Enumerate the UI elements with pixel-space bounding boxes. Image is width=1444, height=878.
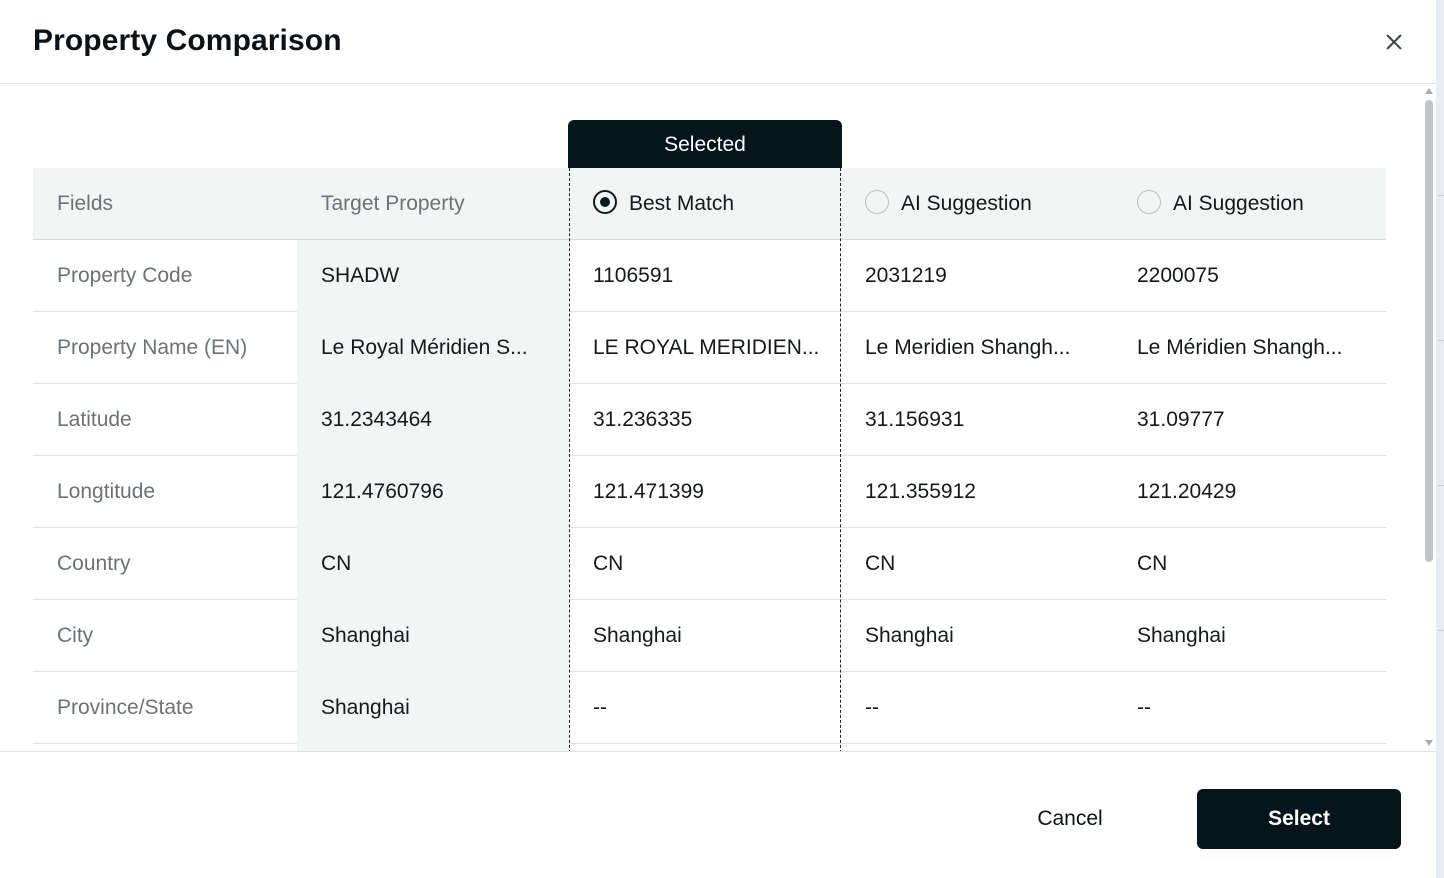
ai-suggestion-1-value: 121.355912	[865, 480, 976, 503]
close-icon[interactable]	[1378, 26, 1410, 58]
target-value: CN	[297, 528, 569, 600]
target-value: Shanghai	[297, 672, 569, 744]
best-match-value: 121.471399	[593, 480, 704, 503]
field-label: Latitude	[57, 408, 132, 431]
header-ai-suggestion-1[interactable]: AI Suggestion	[841, 168, 1113, 240]
header-fields: Fields	[57, 192, 114, 215]
target-value: 31.2343464	[297, 384, 569, 456]
property-comparison-dialog: Property Comparison Selected Fields Targ…	[0, 0, 1436, 878]
ai-suggestion-2-value: --	[1137, 696, 1151, 719]
field-label: Longtitude	[57, 480, 156, 503]
table-row: Province/State Shanghai -- -- --	[33, 672, 1386, 744]
header-best-match[interactable]: Best Match	[569, 168, 841, 240]
table-row: Latitude 31.2343464 31.236335 31.156931 …	[33, 384, 1386, 456]
table-row: Property Name (EN) Le Royal Méridien S..…	[33, 312, 1386, 384]
backdrop-divider	[1438, 630, 1444, 631]
selected-column-tab: Selected	[568, 120, 842, 169]
best-match-radio[interactable]	[593, 190, 617, 215]
field-label: Property Name (EN)	[57, 336, 248, 359]
ai-suggestion-2-radio[interactable]	[1137, 190, 1161, 215]
best-match-value: Shanghai	[593, 624, 682, 647]
table-row	[33, 744, 1386, 751]
ai-suggestion-1-value: Le Meridien Shangh...	[865, 336, 1071, 359]
ai-suggestion-1-value: --	[865, 696, 879, 719]
ai-suggestion-1-label: AI Suggestion	[901, 192, 1032, 215]
field-label: Province/State	[57, 696, 194, 719]
backdrop-divider	[1438, 195, 1444, 196]
target-value: Le Royal Méridien S...	[297, 312, 569, 384]
ai-suggestion-2-value: Shanghai	[1137, 624, 1226, 647]
best-match-value: LE ROYAL MERIDIEN...	[593, 336, 820, 359]
table-header-row: Fields Target Property Best Match AI Sug…	[33, 168, 1386, 240]
ai-suggestion-2-value	[1113, 744, 1386, 751]
ai-suggestion-1-value: CN	[865, 552, 896, 575]
ai-suggestion-2-value: 2200075	[1137, 264, 1219, 287]
ai-suggestion-1-radio[interactable]	[865, 190, 889, 215]
best-match-label: Best Match	[629, 192, 735, 215]
ai-suggestion-1-value: 2031219	[865, 264, 947, 287]
dialog-title: Property Comparison	[33, 24, 342, 57]
target-value	[297, 744, 569, 751]
field-label: Property Code	[57, 264, 193, 287]
best-match-value: --	[593, 696, 607, 719]
ai-suggestion-2-value: 121.20429	[1137, 480, 1237, 503]
scrollbar-thumb[interactable]	[1425, 100, 1433, 562]
field-label: Country	[57, 552, 131, 575]
field-label: City	[57, 624, 94, 647]
backdrop-divider	[1438, 485, 1444, 486]
target-value: 121.4760796	[297, 456, 569, 528]
table-row: Longtitude 121.4760796 121.471399 121.35…	[33, 456, 1386, 528]
best-match-value: 1106591	[593, 264, 674, 287]
target-value: Shanghai	[297, 600, 569, 672]
vertical-scrollbar[interactable]	[1422, 88, 1436, 750]
table-row: Country CN CN CN CN	[33, 528, 1386, 600]
backdrop-divider	[1438, 340, 1444, 341]
comparison-table: Fields Target Property Best Match AI Sug…	[33, 168, 1386, 751]
table-row: City Shanghai Shanghai Shanghai Shanghai	[33, 600, 1386, 672]
ai-suggestion-2-label: AI Suggestion	[1173, 192, 1304, 215]
ai-suggestion-2-value: Le Méridien Shangh...	[1137, 336, 1343, 359]
best-match-value: CN	[593, 552, 624, 575]
best-match-value: 31.236335	[593, 408, 693, 431]
dialog-body: Selected Fields Target Property Best Mat…	[0, 85, 1436, 751]
dialog-header: Property Comparison	[0, 0, 1436, 84]
table-row: Property Code SHADW 1106591 2031219 2200…	[33, 240, 1386, 312]
scroll-up-arrow-icon[interactable]	[1425, 88, 1433, 94]
header-target-property: Target Property	[321, 192, 465, 215]
backdrop-edge	[1436, 0, 1444, 878]
best-match-value	[569, 744, 841, 751]
ai-suggestion-1-value	[841, 744, 1113, 751]
dialog-footer: Cancel Select	[0, 751, 1436, 878]
ai-suggestion-2-value: 31.09777	[1137, 408, 1225, 431]
ai-suggestion-2-value: CN	[1137, 552, 1168, 575]
target-value: SHADW	[297, 240, 569, 312]
ai-suggestion-1-value: Shanghai	[865, 624, 954, 647]
select-button[interactable]: Select	[1197, 789, 1401, 849]
cancel-button[interactable]: Cancel	[1000, 789, 1140, 849]
header-ai-suggestion-2[interactable]: AI Suggestion	[1113, 168, 1386, 240]
ai-suggestion-1-value: 31.156931	[865, 408, 965, 431]
scroll-down-arrow-icon[interactable]	[1425, 740, 1433, 746]
field-label	[33, 744, 297, 751]
